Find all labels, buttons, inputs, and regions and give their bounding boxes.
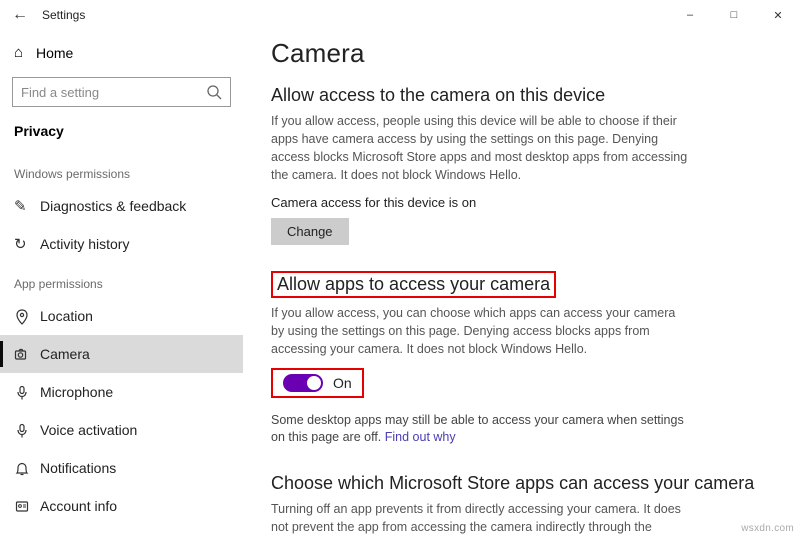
sidebar-item-camera[interactable]: Camera — [0, 335, 243, 373]
sidebar-item-notifications[interactable]: Notifications — [0, 449, 243, 487]
back-button[interactable]: ← — [12, 6, 36, 24]
camera-icon — [14, 345, 40, 362]
microphone-icon — [14, 383, 40, 400]
sidebar-item-label: Voice activation — [40, 422, 137, 438]
sidebar-item-label: Location — [40, 308, 93, 324]
sidebar-item-voice-activation[interactable]: Voice activation — [0, 411, 243, 449]
search-icon — [206, 84, 222, 101]
desktop-apps-note: Some desktop apps may still be able to a… — [271, 412, 691, 447]
window-title: Settings — [42, 8, 85, 22]
section-description: Turning off an app prevents it from dire… — [271, 500, 691, 538]
sidebar-item-diagnostics[interactable]: ✎ Diagnostics & feedback — [0, 187, 243, 225]
sidebar-item-location[interactable]: Location — [0, 297, 243, 335]
sidebar-item-account-info[interactable]: Account info — [0, 487, 243, 525]
sidebar-item-label: Camera — [40, 346, 90, 362]
find-out-why-link[interactable]: Find out why — [385, 430, 456, 444]
search-placeholder: Find a setting — [21, 85, 206, 100]
home-icon: ⌂ — [14, 44, 36, 61]
close-button[interactable]: ✕ — [756, 0, 800, 30]
page-title: Camera — [271, 38, 780, 69]
toggle-state-label: On — [333, 375, 352, 391]
section-store-apps: Choose which Microsoft Store apps can ac… — [271, 473, 780, 538]
location-icon — [14, 307, 40, 324]
sidebar-item-label: Microphone — [40, 384, 113, 400]
sidebar: ⌂ Home Find a setting Privacy Windows pe… — [0, 30, 243, 538]
search-input[interactable]: Find a setting — [12, 77, 231, 107]
highlight-toggle: On — [271, 368, 364, 398]
sidebar-item-activity-history[interactable]: ↻ Activity history — [0, 225, 243, 263]
privacy-category: Privacy — [0, 117, 243, 153]
feedback-icon: ✎ — [14, 197, 40, 215]
device-access-status: Camera access for this device is on — [271, 195, 780, 210]
highlight-heading: Allow apps to access your camera — [271, 271, 556, 298]
section-heading: Allow apps to access your camera — [277, 274, 550, 295]
sidebar-item-microphone[interactable]: Microphone — [0, 373, 243, 411]
sidebar-item-label: Notifications — [40, 460, 116, 476]
home-label: Home — [36, 45, 73, 61]
title-bar: ← Settings – □ ✕ — [0, 0, 800, 30]
camera-access-toggle[interactable] — [283, 374, 323, 392]
main-layout: ⌂ Home Find a setting Privacy Windows pe… — [0, 30, 800, 538]
account-icon — [14, 497, 40, 514]
sidebar-item-label: Account info — [40, 498, 117, 514]
section-description: If you allow access, people using this d… — [271, 112, 691, 185]
note-text: Some desktop apps may still be able to a… — [271, 413, 684, 445]
history-icon: ↻ — [14, 235, 40, 253]
change-button[interactable]: Change — [271, 218, 349, 245]
voice-icon — [14, 421, 40, 438]
group-app-permissions: App permissions — [0, 263, 243, 297]
home-nav[interactable]: ⌂ Home — [0, 38, 243, 73]
sidebar-item-label: Diagnostics & feedback — [40, 198, 186, 214]
sidebar-item-label: Activity history — [40, 236, 129, 252]
window-buttons: – □ ✕ — [668, 0, 800, 30]
section-heading: Choose which Microsoft Store apps can ac… — [271, 473, 780, 494]
watermark: wsxdn.com — [741, 523, 794, 534]
group-windows-permissions: Windows permissions — [0, 153, 243, 187]
section-heading: Allow access to the camera on this devic… — [271, 85, 780, 106]
content-panel: Camera Allow access to the camera on thi… — [243, 30, 800, 538]
section-app-access: Allow apps to access your camera If you … — [271, 271, 780, 447]
maximize-button[interactable]: □ — [712, 0, 756, 30]
section-description: If you allow access, you can choose whic… — [271, 304, 691, 358]
bell-icon — [14, 459, 40, 476]
minimize-button[interactable]: – — [668, 0, 712, 30]
section-device-access: Allow access to the camera on this devic… — [271, 85, 780, 245]
